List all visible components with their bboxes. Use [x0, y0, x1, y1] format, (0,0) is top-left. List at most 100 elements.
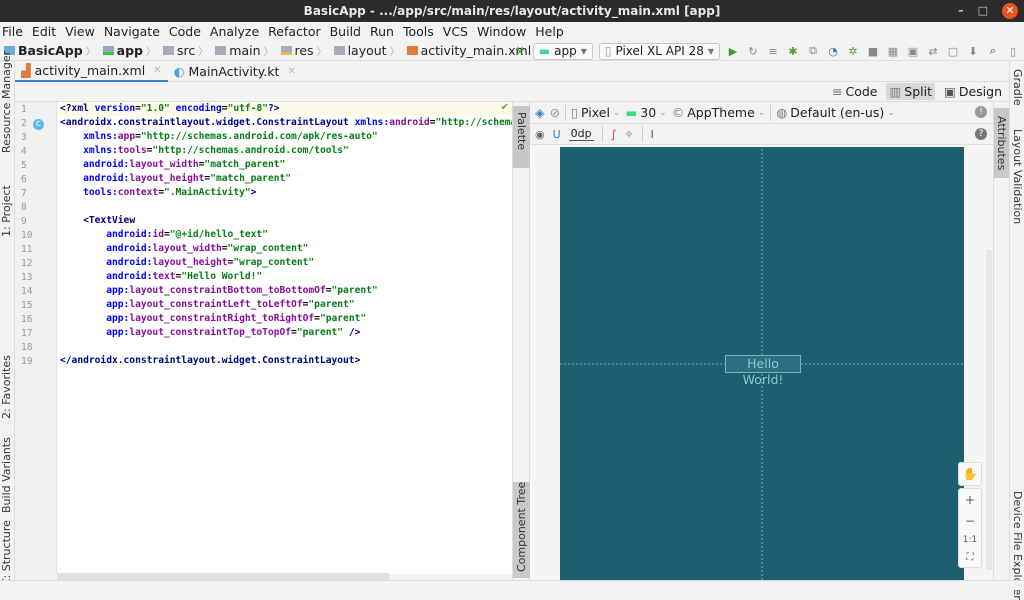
default-margin-button[interactable]: 0dp — [568, 127, 594, 141]
code-line[interactable]: <androidx.constraintlayout.widget.Constr… — [60, 116, 512, 130]
breadcrumb-res[interactable]: res — [280, 43, 314, 58]
menu-build[interactable]: Build — [330, 24, 361, 39]
eye-icon[interactable]: ◉ — [535, 128, 545, 141]
menu-help[interactable]: Help — [535, 24, 564, 39]
breadcrumb-app[interactable]: app — [102, 43, 143, 58]
zoom-in-button[interactable]: + — [965, 493, 975, 507]
apply-code-changes-icon[interactable]: ≡ — [766, 44, 780, 58]
code-line[interactable]: app:layout_constraintRight_toRightOf="pa… — [60, 312, 366, 326]
warning-icon[interactable]: ! — [975, 106, 987, 118]
design-view-button[interactable]: ▣ Design — [941, 83, 1005, 100]
attach-debugger-icon[interactable]: ⧉ — [806, 44, 820, 58]
code-line[interactable]: app:layout_constraintLeft_toLeftOf="pare… — [60, 298, 354, 312]
debug-icon[interactable]: ✱ — [786, 44, 800, 58]
tool-favorites[interactable]: 2: Favorites — [0, 355, 13, 419]
tool-build-variants[interactable]: Build Variants — [0, 437, 13, 513]
sync-gradle-icon[interactable]: ⇄ — [926, 44, 940, 58]
project-structure-icon[interactable]: ▦ — [886, 44, 900, 58]
menu-navigate[interactable]: Navigate — [104, 24, 160, 39]
tab-activity-main[interactable]: ▟ activity_main.xml ✕ — [15, 61, 168, 82]
close-button[interactable]: ✕ — [1002, 3, 1018, 19]
code-line[interactable]: android:layout_width="match_parent" — [60, 158, 285, 172]
close-tab-icon[interactable]: ✕ — [287, 66, 295, 77]
code-line[interactable]: <?xml version="1.0" encoding="utf-8"?> — [60, 102, 280, 116]
attach-process-icon[interactable]: ✲ — [846, 44, 860, 58]
pan-button[interactable]: ✋ — [958, 462, 982, 486]
tab-main-activity[interactable]: ◐ MainActivity.kt ✕ — [168, 61, 302, 82]
maximize-button[interactable]: □ — [978, 0, 988, 22]
menu-vcs[interactable]: VCS — [443, 24, 468, 39]
breadcrumb-layout[interactable]: layout — [333, 43, 387, 58]
menu-edit[interactable]: Edit — [32, 24, 56, 39]
code-line[interactable]: </androidx.constraintlayout.widget.Const… — [60, 354, 360, 368]
menu-window[interactable]: Window — [477, 24, 526, 39]
zoom-out-button[interactable]: − — [965, 514, 975, 528]
breadcrumb-main[interactable]: main — [215, 43, 261, 58]
split-view-button[interactable]: ▥ Split — [886, 83, 936, 100]
chevron-right-icon: 〉 — [263, 47, 274, 58]
zoom-fit-button[interactable]: ⛶ — [967, 552, 974, 563]
help-icon[interactable]: ? — [975, 128, 987, 140]
tool-gradle[interactable]: Gradle — [1011, 69, 1024, 106]
device-manager-icon[interactable]: ▢ — [946, 44, 960, 58]
account-icon[interactable]: ▯ — [1006, 44, 1020, 58]
attributes-tab[interactable]: Attributes — [994, 108, 1009, 178]
minimize-button[interactable]: – — [958, 0, 964, 22]
component-tree-tab[interactable]: Component Tree — [513, 482, 530, 578]
menu-file[interactable]: File — [2, 24, 23, 39]
infer-constraints-icon[interactable]: ✧ — [624, 128, 633, 141]
code-line[interactable]: android:layout_height="match_parent" — [60, 172, 291, 186]
profile-icon[interactable]: ◔ — [826, 44, 840, 58]
menu-run[interactable]: Run — [370, 24, 394, 39]
code-line[interactable]: app:layout_constraintBottom_toBottomOf="… — [60, 284, 378, 298]
run-config-select[interactable]: ▬ app ▼ — [532, 42, 593, 60]
tool-resource-manager[interactable]: Resource Manager — [0, 51, 13, 153]
menu-refactor[interactable]: Refactor — [268, 24, 320, 39]
breadcrumb-project[interactable]: BasicApp — [4, 43, 83, 58]
code-line[interactable]: android:text="Hello World!" — [60, 270, 262, 284]
canvas-vertical-scrollbar[interactable] — [986, 250, 992, 570]
menu-tools[interactable]: Tools — [403, 24, 434, 39]
menu-view[interactable]: View — [65, 24, 95, 39]
avd-manager-icon[interactable]: ▣ — [906, 44, 920, 58]
magnet-icon[interactable]: ᑌ — [553, 128, 561, 141]
apply-changes-icon[interactable]: ↻ — [746, 44, 760, 58]
code-line[interactable]: <TextView — [60, 214, 135, 228]
stop-icon[interactable]: ■ — [866, 44, 880, 58]
sdk-manager-icon[interactable]: ⬇ — [966, 44, 980, 58]
code-view-button[interactable]: ≡ Code — [829, 83, 881, 100]
code-line[interactable]: android:id="@+id/hello_text" — [60, 228, 268, 242]
orientation-icon[interactable]: ⊘ — [550, 105, 560, 120]
design-canvas[interactable]: Hello World! — [530, 145, 993, 580]
tool-layout-validation[interactable]: Layout Validation — [1011, 129, 1024, 224]
device-dropdown[interactable]: ▯ Pixel ⌄ — [571, 105, 620, 120]
locale-dropdown[interactable]: ◍ Default (en-us) ⌄ — [776, 105, 894, 120]
class-marker-icon[interactable]: C — [33, 119, 44, 130]
code-line[interactable]: android:layout_height="wrap_content" — [60, 256, 314, 270]
code-line[interactable]: xmlns:app="http://schemas.android.com/ap… — [60, 130, 378, 144]
tool-project[interactable]: 1: Project — [0, 185, 13, 237]
menu-code[interactable]: Code — [169, 24, 201, 39]
code-line[interactable]: android:layout_width="wrap_content" — [60, 242, 308, 256]
code-line[interactable]: tools:context=".MainActivity"> — [60, 186, 256, 200]
hammer-icon[interactable]: ⚒ — [513, 44, 527, 58]
clear-constraints-icon[interactable]: ∫ — [611, 128, 617, 141]
close-tab-icon[interactable]: ✕ — [153, 65, 161, 76]
api-dropdown[interactable]: ▬ 30 ⌄ — [625, 105, 666, 120]
search-icon[interactable]: ⌕ — [986, 44, 1000, 58]
device-preview[interactable]: Hello World! — [560, 147, 964, 580]
code-line[interactable]: xmlns:tools="http://schemas.android.com/… — [60, 144, 349, 158]
code-editor[interactable]: ✔ <?xml version="1.0" encoding="utf-8"?>… — [57, 102, 512, 574]
code-line[interactable]: app:layout_constraintTop_toTopOf="parent… — [60, 326, 360, 340]
zoom-actual-size-button[interactable]: 1:1 — [963, 535, 977, 545]
breadcrumb-src[interactable]: src — [163, 43, 195, 58]
menu-analyze[interactable]: Analyze — [210, 24, 259, 39]
tool-structure[interactable]: Z: Structure — [0, 520, 13, 586]
theme-dropdown[interactable]: © AppTheme ⌄ — [672, 105, 766, 120]
palette-tab[interactable]: Palette — [513, 106, 530, 168]
device-select[interactable]: ▯ Pixel XL API 28 ▼ — [598, 42, 720, 60]
layers-icon[interactable]: ◈ — [535, 105, 545, 120]
run-icon[interactable]: ▶ — [726, 44, 740, 58]
hello-text-view[interactable]: Hello World! — [725, 355, 801, 387]
guidelines-icon[interactable]: Ι — [651, 128, 654, 141]
